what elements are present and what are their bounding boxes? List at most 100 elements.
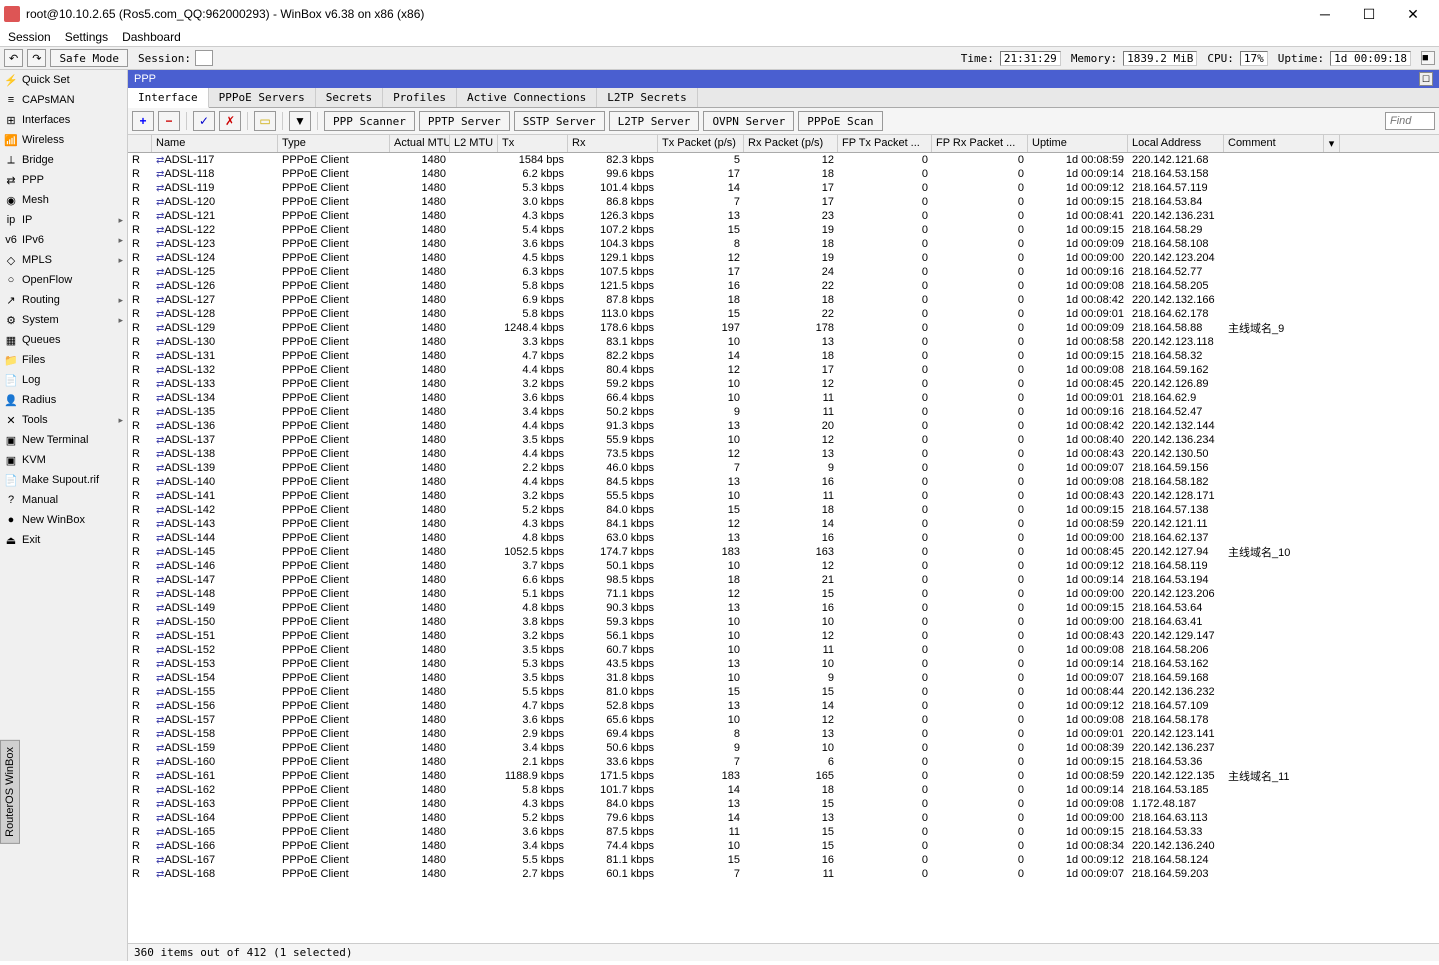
table-row[interactable]: R⇄ADSL-118PPPoE Client14806.2 kbps99.6 k… [128, 167, 1439, 181]
session-box[interactable] [195, 50, 213, 66]
table-row[interactable]: R⇄ADSL-159PPPoE Client14803.4 kbps50.6 k… [128, 741, 1439, 755]
sidebar-item-make-supout.rif[interactable]: 📄Make Supout.rif [0, 470, 127, 490]
sidebar-item-wireless[interactable]: 📶Wireless [0, 130, 127, 150]
table-row[interactable]: R⇄ADSL-149PPPoE Client14804.8 kbps90.3 k… [128, 601, 1439, 615]
enable-button[interactable]: ✓ [193, 111, 215, 131]
sidebar-item-mpls[interactable]: ◇MPLS▸ [0, 250, 127, 270]
safe-mode-button[interactable]: Safe Mode [50, 49, 128, 67]
col-name[interactable]: Name [152, 135, 278, 152]
col-rx-packet[interactable]: Rx Packet (p/s) [744, 135, 838, 152]
table-row[interactable]: R⇄ADSL-123PPPoE Client14803.6 kbps104.3 … [128, 237, 1439, 251]
tab-interface[interactable]: Interface [128, 88, 209, 108]
table-row[interactable]: R⇄ADSL-120PPPoE Client14803.0 kbps86.8 k… [128, 195, 1439, 209]
grid-body[interactable]: R⇄ADSL-117PPPoE Client14801584 bps82.3 k… [128, 153, 1439, 943]
table-row[interactable]: R⇄ADSL-166PPPoE Client14803.4 kbps74.4 k… [128, 839, 1439, 853]
table-row[interactable]: R⇄ADSL-129PPPoE Client14801248.4 kbps178… [128, 321, 1439, 335]
sidebar-item-radius[interactable]: 👤Radius [0, 390, 127, 410]
sidebar-item-mesh[interactable]: ◉Mesh [0, 190, 127, 210]
sidebar-item-new-terminal[interactable]: ▣New Terminal [0, 430, 127, 450]
table-row[interactable]: R⇄ADSL-136PPPoE Client14804.4 kbps91.3 k… [128, 419, 1439, 433]
table-row[interactable]: R⇄ADSL-130PPPoE Client14803.3 kbps83.1 k… [128, 335, 1439, 349]
menu-dashboard[interactable]: Dashboard [122, 30, 181, 44]
table-row[interactable]: R⇄ADSL-162PPPoE Client14805.8 kbps101.7 … [128, 783, 1439, 797]
table-row[interactable]: R⇄ADSL-140PPPoE Client14804.4 kbps84.5 k… [128, 475, 1439, 489]
sidebar-item-quick-set[interactable]: ⚡Quick Set [0, 70, 127, 90]
find-input[interactable] [1385, 112, 1435, 130]
col-comment[interactable]: Comment [1224, 135, 1324, 152]
comment-button[interactable]: ▭ [254, 111, 276, 131]
sidebar-item-system[interactable]: ⚙System▸ [0, 310, 127, 330]
table-row[interactable]: R⇄ADSL-127PPPoE Client14806.9 kbps87.8 k… [128, 293, 1439, 307]
sidebar-item-bridge[interactable]: ⟂Bridge [0, 150, 127, 170]
table-row[interactable]: R⇄ADSL-143PPPoE Client14804.3 kbps84.1 k… [128, 517, 1439, 531]
table-row[interactable]: R⇄ADSL-152PPPoE Client14803.5 kbps60.7 k… [128, 643, 1439, 657]
col-tx-packet[interactable]: Tx Packet (p/s) [658, 135, 744, 152]
col-actual-mtu[interactable]: Actual MTU [390, 135, 450, 152]
table-row[interactable]: R⇄ADSL-119PPPoE Client14805.3 kbps101.4 … [128, 181, 1439, 195]
table-row[interactable]: R⇄ADSL-164PPPoE Client14805.2 kbps79.6 k… [128, 811, 1439, 825]
table-row[interactable]: R⇄ADSL-145PPPoE Client14801052.5 kbps174… [128, 545, 1439, 559]
pptp-server-button[interactable]: PPTP Server [419, 111, 510, 131]
table-row[interactable]: R⇄ADSL-132PPPoE Client14804.4 kbps80.4 k… [128, 363, 1439, 377]
col-flag[interactable] [128, 135, 152, 152]
table-row[interactable]: R⇄ADSL-148PPPoE Client14805.1 kbps71.1 k… [128, 587, 1439, 601]
table-row[interactable]: R⇄ADSL-141PPPoE Client14803.2 kbps55.5 k… [128, 489, 1439, 503]
col-fp-tx-packet[interactable]: FP Tx Packet ... [838, 135, 932, 152]
close-button[interactable]: ✕ [1391, 0, 1435, 28]
sidebar-item-ipv6[interactable]: v6IPv6▸ [0, 230, 127, 250]
table-row[interactable]: R⇄ADSL-151PPPoE Client14803.2 kbps56.1 k… [128, 629, 1439, 643]
table-row[interactable]: R⇄ADSL-135PPPoE Client14803.4 kbps50.2 k… [128, 405, 1439, 419]
col-uptime[interactable]: Uptime [1028, 135, 1128, 152]
table-row[interactable]: R⇄ADSL-133PPPoE Client14803.2 kbps59.2 k… [128, 377, 1439, 391]
col-l2-mtu[interactable]: L2 MTU [450, 135, 498, 152]
filter-button[interactable]: ▼ [289, 111, 311, 131]
table-row[interactable]: R⇄ADSL-125PPPoE Client14806.3 kbps107.5 … [128, 265, 1439, 279]
table-row[interactable]: R⇄ADSL-122PPPoE Client14805.4 kbps107.2 … [128, 223, 1439, 237]
sidebar-item-exit[interactable]: ⏏Exit [0, 530, 127, 550]
sidebar-item-files[interactable]: 📁Files [0, 350, 127, 370]
table-row[interactable]: R⇄ADSL-128PPPoE Client14805.8 kbps113.0 … [128, 307, 1439, 321]
add-button[interactable]: + [132, 111, 154, 131]
table-row[interactable]: R⇄ADSL-124PPPoE Client14804.5 kbps129.1 … [128, 251, 1439, 265]
disable-button[interactable]: ✗ [219, 111, 241, 131]
table-row[interactable]: R⇄ADSL-147PPPoE Client14806.6 kbps98.5 k… [128, 573, 1439, 587]
maximize-button[interactable]: ☐ [1347, 0, 1391, 28]
table-row[interactable]: R⇄ADSL-142PPPoE Client14805.2 kbps84.0 k… [128, 503, 1439, 517]
tab-l2tp-secrets[interactable]: L2TP Secrets [597, 88, 697, 107]
table-row[interactable]: R⇄ADSL-139PPPoE Client14802.2 kbps46.0 k… [128, 461, 1439, 475]
table-row[interactable]: R⇄ADSL-158PPPoE Client14802.9 kbps69.4 k… [128, 727, 1439, 741]
col-local-address[interactable]: Local Address [1128, 135, 1224, 152]
table-row[interactable]: R⇄ADSL-146PPPoE Client14803.7 kbps50.1 k… [128, 559, 1439, 573]
dashboard-toggle[interactable]: ■ [1421, 51, 1435, 65]
table-row[interactable]: R⇄ADSL-168PPPoE Client14802.7 kbps60.1 k… [128, 867, 1439, 881]
table-row[interactable]: R⇄ADSL-165PPPoE Client14803.6 kbps87.5 k… [128, 825, 1439, 839]
sidebar-item-interfaces[interactable]: ⊞Interfaces [0, 110, 127, 130]
l2tp-server-button[interactable]: L2TP Server [609, 111, 700, 131]
ovpn-server-button[interactable]: OVPN Server [703, 111, 794, 131]
table-row[interactable]: R⇄ADSL-117PPPoE Client14801584 bps82.3 k… [128, 153, 1439, 167]
table-row[interactable]: R⇄ADSL-144PPPoE Client14804.8 kbps63.0 k… [128, 531, 1439, 545]
pppoe-scan-button[interactable]: PPPoE Scan [798, 111, 882, 131]
table-row[interactable]: R⇄ADSL-126PPPoE Client14805.8 kbps121.5 … [128, 279, 1439, 293]
sidebar-item-tools[interactable]: ✕Tools▸ [0, 410, 127, 430]
forward-button[interactable]: ↷ [27, 49, 46, 67]
sidebar-item-ppp[interactable]: ⇄PPP [0, 170, 127, 190]
table-row[interactable]: R⇄ADSL-154PPPoE Client14803.5 kbps31.8 k… [128, 671, 1439, 685]
tab-secrets[interactable]: Secrets [316, 88, 383, 107]
sstp-server-button[interactable]: SSTP Server [514, 111, 605, 131]
sidebar-item-ip[interactable]: ipIP▸ [0, 210, 127, 230]
sidebar-item-openflow[interactable]: ○OpenFlow [0, 270, 127, 290]
table-row[interactable]: R⇄ADSL-167PPPoE Client14805.5 kbps81.1 k… [128, 853, 1439, 867]
sidebar-item-manual[interactable]: ?Manual [0, 490, 127, 510]
col-dropdown[interactable]: ▾ [1324, 135, 1340, 152]
remove-button[interactable]: − [158, 111, 180, 131]
table-row[interactable]: R⇄ADSL-134PPPoE Client14803.6 kbps66.4 k… [128, 391, 1439, 405]
table-row[interactable]: R⇄ADSL-137PPPoE Client14803.5 kbps55.9 k… [128, 433, 1439, 447]
sidebar-item-capsman[interactable]: ≡CAPsMAN [0, 90, 127, 110]
table-row[interactable]: R⇄ADSL-153PPPoE Client14805.3 kbps43.5 k… [128, 657, 1439, 671]
sidebar-item-new-winbox[interactable]: ●New WinBox [0, 510, 127, 530]
col-tx[interactable]: Tx [498, 135, 568, 152]
table-row[interactable]: R⇄ADSL-155PPPoE Client14805.5 kbps81.0 k… [128, 685, 1439, 699]
table-row[interactable]: R⇄ADSL-131PPPoE Client14804.7 kbps82.2 k… [128, 349, 1439, 363]
sidebar-item-routing[interactable]: ↗Routing▸ [0, 290, 127, 310]
